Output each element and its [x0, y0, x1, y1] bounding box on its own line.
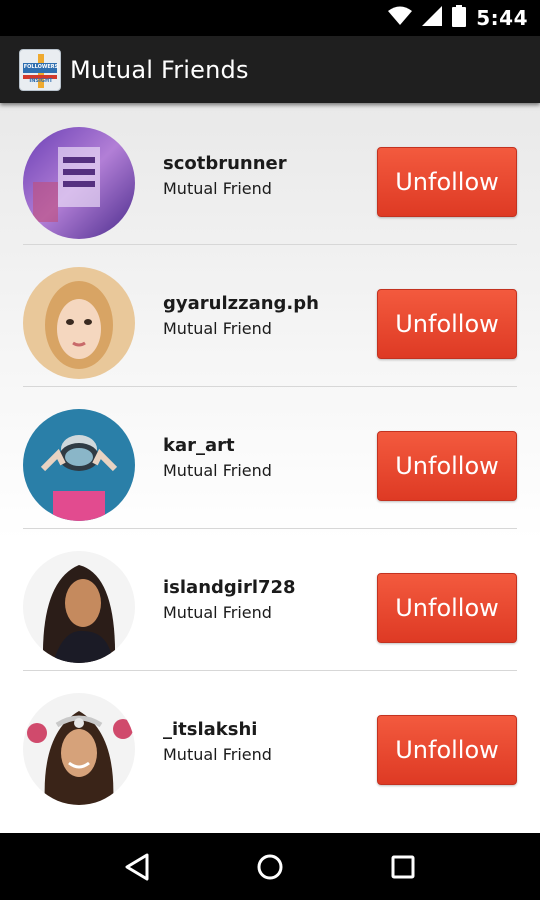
status-time: 5:44 — [476, 6, 528, 30]
list-item: _itslakshi Mutual Friend Unfollow — [0, 679, 540, 821]
navigation-bar — [0, 833, 540, 900]
battery-icon — [452, 4, 467, 32]
page-title: Mutual Friends — [70, 55, 249, 84]
divider — [23, 386, 517, 387]
recents-icon[interactable] — [373, 837, 433, 897]
subtitle: Mutual Friend — [163, 745, 272, 764]
username[interactable]: kar_art — [163, 435, 235, 456]
subtitle: Mutual Friend — [163, 461, 272, 480]
list-item: islandgirl728 Mutual Friend Unfollow — [0, 537, 540, 679]
list-item: scotbrunner Mutual Friend Unfollow — [0, 103, 540, 245]
avatar[interactable] — [23, 551, 135, 663]
friends-list[interactable]: scotbrunner Mutual Friend Unfollow gyaru… — [0, 103, 540, 833]
username[interactable]: _itslakshi — [163, 719, 257, 740]
list-item: kar_art Mutual Friend Unfollow — [0, 395, 540, 537]
divider — [23, 244, 517, 245]
username[interactable]: scotbrunner — [163, 153, 287, 174]
list-item: gyarulzzang.ph Mutual Friend Unfollow — [0, 253, 540, 395]
avatar[interactable] — [23, 267, 135, 379]
logo-text-top: FOLLOWERS — [23, 63, 59, 70]
logo-text-bottom: INSIGHT — [29, 77, 53, 84]
subtitle: Mutual Friend — [163, 319, 272, 338]
unfollow-button[interactable]: Unfollow — [377, 573, 517, 643]
followers-insight-logo[interactable]: FOLLOWERS INSIGHT — [19, 48, 61, 91]
unfollow-button[interactable]: Unfollow — [377, 431, 517, 501]
wifi-icon — [388, 6, 413, 31]
divider — [23, 528, 517, 529]
unfollow-button[interactable]: Unfollow — [377, 147, 517, 217]
app-bar: FOLLOWERS INSIGHT Mutual Friends — [0, 36, 540, 103]
signal-icon — [422, 5, 443, 31]
avatar[interactable] — [23, 409, 135, 521]
avatar[interactable] — [23, 693, 135, 805]
back-icon[interactable] — [107, 837, 167, 897]
subtitle: Mutual Friend — [163, 179, 272, 198]
subtitle: Mutual Friend — [163, 603, 272, 622]
home-icon[interactable] — [240, 837, 300, 897]
unfollow-button[interactable]: Unfollow — [377, 289, 517, 359]
username[interactable]: islandgirl728 — [163, 577, 296, 598]
unfollow-button[interactable]: Unfollow — [377, 715, 517, 785]
avatar[interactable] — [23, 127, 135, 239]
status-bar: 5:44 — [0, 0, 540, 36]
divider — [23, 670, 517, 671]
username[interactable]: gyarulzzang.ph — [163, 293, 319, 314]
